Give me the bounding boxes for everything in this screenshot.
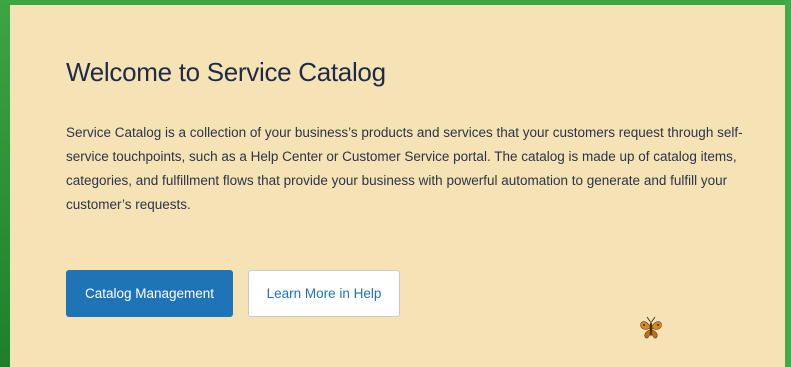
learn-more-in-help-button[interactable]: Learn More in Help [248,270,400,317]
butterfly-icon [640,316,662,339]
learn-more-button-label: Learn More in Help [266,286,382,301]
catalog-management-button[interactable]: Catalog Management [66,270,233,317]
page-title: Welcome to Service Catalog [66,57,386,87]
catalog-management-button-label: Catalog Management [84,286,215,301]
welcome-description: Service Catalog is a collection of your … [66,125,743,212]
frame-border-right [785,0,791,367]
welcome-panel: Welcome to Service Catalog Service Catal… [10,5,785,367]
frame-border-left [0,0,10,367]
app-frame: Welcome to Service Catalog Service Catal… [0,0,791,367]
